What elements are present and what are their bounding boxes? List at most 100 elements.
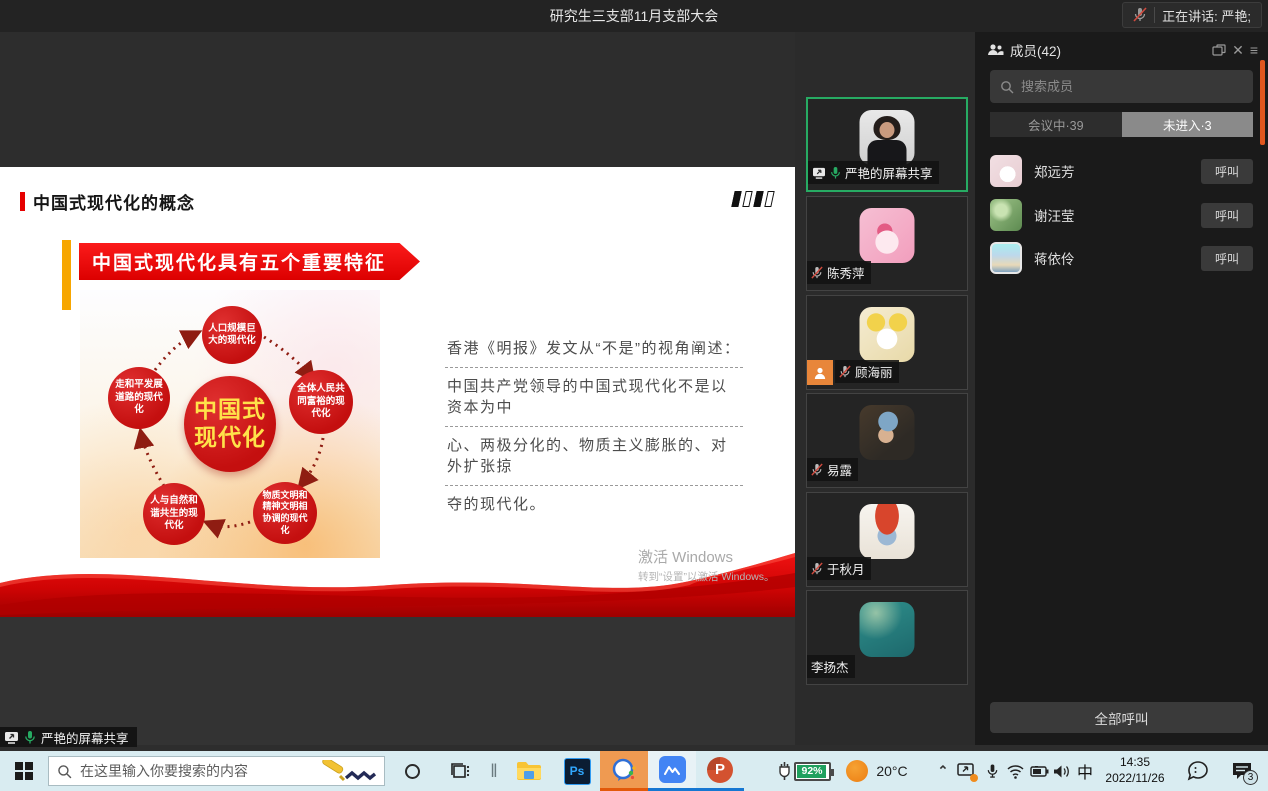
paragraph-line: 心、两极分化的、物质主义膨胀的、对外扩张掠	[445, 427, 743, 486]
sogou-ime-tray-icon[interactable]	[1178, 751, 1218, 791]
tray-overflow-chevron[interactable]: ⌃	[932, 751, 954, 791]
weather-widget[interactable]: 20°C	[842, 751, 912, 791]
wifi-icon	[1006, 764, 1025, 779]
participant-name: 严艳的屏幕共享	[845, 163, 933, 182]
watermark-line1: 激活 Windows	[638, 546, 775, 567]
ppt-slide: 中国式现代化的概念 中国式现代化具有五个重要特征	[0, 167, 795, 617]
wifi-tray-icon[interactable]	[1002, 751, 1028, 791]
menu-icon[interactable]: ≡	[1250, 42, 1258, 58]
windows-logo-icon	[15, 762, 33, 780]
slide-banner: 中国式现代化具有五个重要特征	[79, 243, 420, 280]
notification-center-button[interactable]: 3	[1222, 751, 1262, 791]
participant-tile-yilu[interactable]: 易露	[806, 393, 968, 488]
member-search-box[interactable]	[990, 70, 1253, 103]
screen-share-icon	[812, 167, 826, 179]
participant-tile-guhaili[interactable]: 顾海丽	[806, 295, 968, 390]
mic-on-icon	[830, 166, 841, 180]
diagram-node-prosperity: 全体人民共同富裕的现代化	[289, 370, 353, 434]
pen-highlight-icon	[318, 760, 376, 782]
clock-date: 2022/11/26	[1105, 771, 1164, 787]
taskbar-clock[interactable]: 14:35 2022/11/26	[1098, 751, 1172, 791]
call-button[interactable]: 呼叫	[1201, 159, 1253, 184]
members-panel-title: 成员(42)	[1010, 40, 1061, 60]
photoshop-button[interactable]: Ps	[560, 751, 594, 791]
participant-name: 易露	[827, 460, 852, 479]
avatar	[860, 504, 915, 559]
avatar	[860, 405, 915, 460]
battery-percent: 92%	[801, 765, 822, 777]
search-icon	[57, 764, 72, 779]
task-view-button[interactable]	[443, 751, 477, 791]
member-tabs: 会议中·39 未进入·3	[990, 112, 1253, 137]
diagram-node-population: 人口规模巨大的现代化	[202, 306, 262, 364]
participant-namebar: 严艳的屏幕共享	[808, 161, 939, 184]
sun-icon	[846, 760, 868, 782]
notification-badge: 3	[1243, 770, 1258, 785]
taskbar-search-input[interactable]	[80, 763, 310, 779]
call-button[interactable]: 呼叫	[1201, 203, 1253, 228]
call-all-button[interactable]: 全部呼叫	[990, 702, 1253, 733]
slide-banner-text: 中国式现代化具有五个重要特征	[79, 248, 386, 275]
taskbar-search-box[interactable]	[48, 756, 385, 786]
clock-time: 14:35	[1120, 755, 1150, 771]
cortana-button[interactable]	[396, 751, 428, 791]
ime-indicator[interactable]: 中	[1072, 751, 1098, 791]
avatar	[990, 242, 1022, 274]
mic-muted-icon	[839, 365, 851, 379]
diagram-node-peace: 走和平发展道路的现代化	[108, 367, 170, 429]
member-row: 谢汪莹 呼叫	[990, 198, 1253, 232]
participant-namebar: 李扬杰	[807, 655, 855, 678]
share-source-text: 严艳的屏幕共享	[41, 728, 129, 747]
start-button[interactable]	[0, 751, 48, 791]
mic-tray-icon[interactable]	[980, 751, 1004, 791]
diagram-node-nature: 人与自然和谐共生的现代化	[143, 483, 205, 545]
file-explorer-button[interactable]	[512, 751, 546, 791]
participant-name: 陈秀萍	[827, 263, 865, 282]
diagram-node-civilization: 物质文明和精神文明相协调的现代化	[253, 482, 317, 544]
participant-tile-yuqiuyue[interactable]: 于秋月	[806, 492, 968, 587]
screen-share-icon	[4, 731, 19, 744]
mic-muted-icon	[811, 562, 823, 576]
photoshop-icon: Ps	[564, 758, 591, 785]
cortana-icon	[405, 764, 420, 779]
search-icon	[1000, 80, 1014, 94]
taskbar-separator: ‖	[487, 751, 501, 791]
speaking-indicator: 正在讲话: 严艳;	[1122, 2, 1262, 28]
panel-scrollbar[interactable]	[1260, 60, 1265, 145]
powerpoint-icon: P	[707, 757, 733, 783]
modernization-cycle-diagram: 中国式 现代化 人口规模巨大的现代化 全体人民共同富裕的现代化 物质文明和精神文…	[80, 290, 380, 558]
battery-small-icon	[1030, 766, 1049, 777]
participant-tile-chenxiuping[interactable]: 陈秀萍	[806, 196, 968, 291]
plug-icon	[778, 761, 791, 781]
docs-app-icon	[659, 756, 686, 783]
mic-on-icon	[24, 730, 36, 745]
powerpoint-button[interactable]: P	[696, 751, 744, 791]
diagram-center-node: 中国式 现代化	[184, 376, 276, 472]
cast-tray-icon[interactable]	[954, 751, 980, 791]
members-icon	[987, 43, 1004, 57]
call-button[interactable]: 呼叫	[1201, 246, 1253, 271]
slide-paragraph: 香港《明报》发文从“不是”的视角阐述： 中国共产党领导的中国式现代化不是以资本为…	[445, 330, 743, 523]
close-icon[interactable]: ✕	[1232, 42, 1244, 59]
battery-status[interactable]: 92%	[772, 751, 836, 791]
docs-app-button[interactable]	[648, 751, 696, 791]
participant-name: 于秋月	[827, 559, 865, 578]
volume-tray-icon[interactable]	[1048, 751, 1074, 791]
center-node-line1: 中国式	[194, 396, 266, 424]
popout-icon[interactable]	[1212, 44, 1226, 56]
meeting-title: 研究生三支部11月支部大会	[0, 0, 1268, 32]
mic-icon	[986, 763, 999, 780]
tab-not-joined[interactable]: 未进入·3	[1122, 112, 1254, 137]
participant-tile-liyangjie[interactable]: 李扬杰	[806, 590, 968, 685]
tab-in-meeting[interactable]: 会议中·39	[990, 112, 1122, 137]
task-view-icon	[450, 762, 470, 780]
participant-namebar: 陈秀萍	[807, 261, 871, 284]
paragraph-line: 中国共产党领导的中国式现代化不是以资本为中	[445, 368, 743, 427]
participant-tile-yanyan[interactable]: 严艳的屏幕共享	[806, 97, 968, 192]
member-name: 郑远芳	[1034, 161, 1189, 181]
member-search-input[interactable]	[1021, 79, 1243, 94]
divider	[1154, 7, 1155, 23]
speaking-label: 正在讲话: 严艳;	[1162, 6, 1251, 25]
watermark-line2: 转到“设置”以激活 Windows。	[638, 569, 775, 584]
meeting-app-button-active[interactable]	[600, 751, 648, 791]
